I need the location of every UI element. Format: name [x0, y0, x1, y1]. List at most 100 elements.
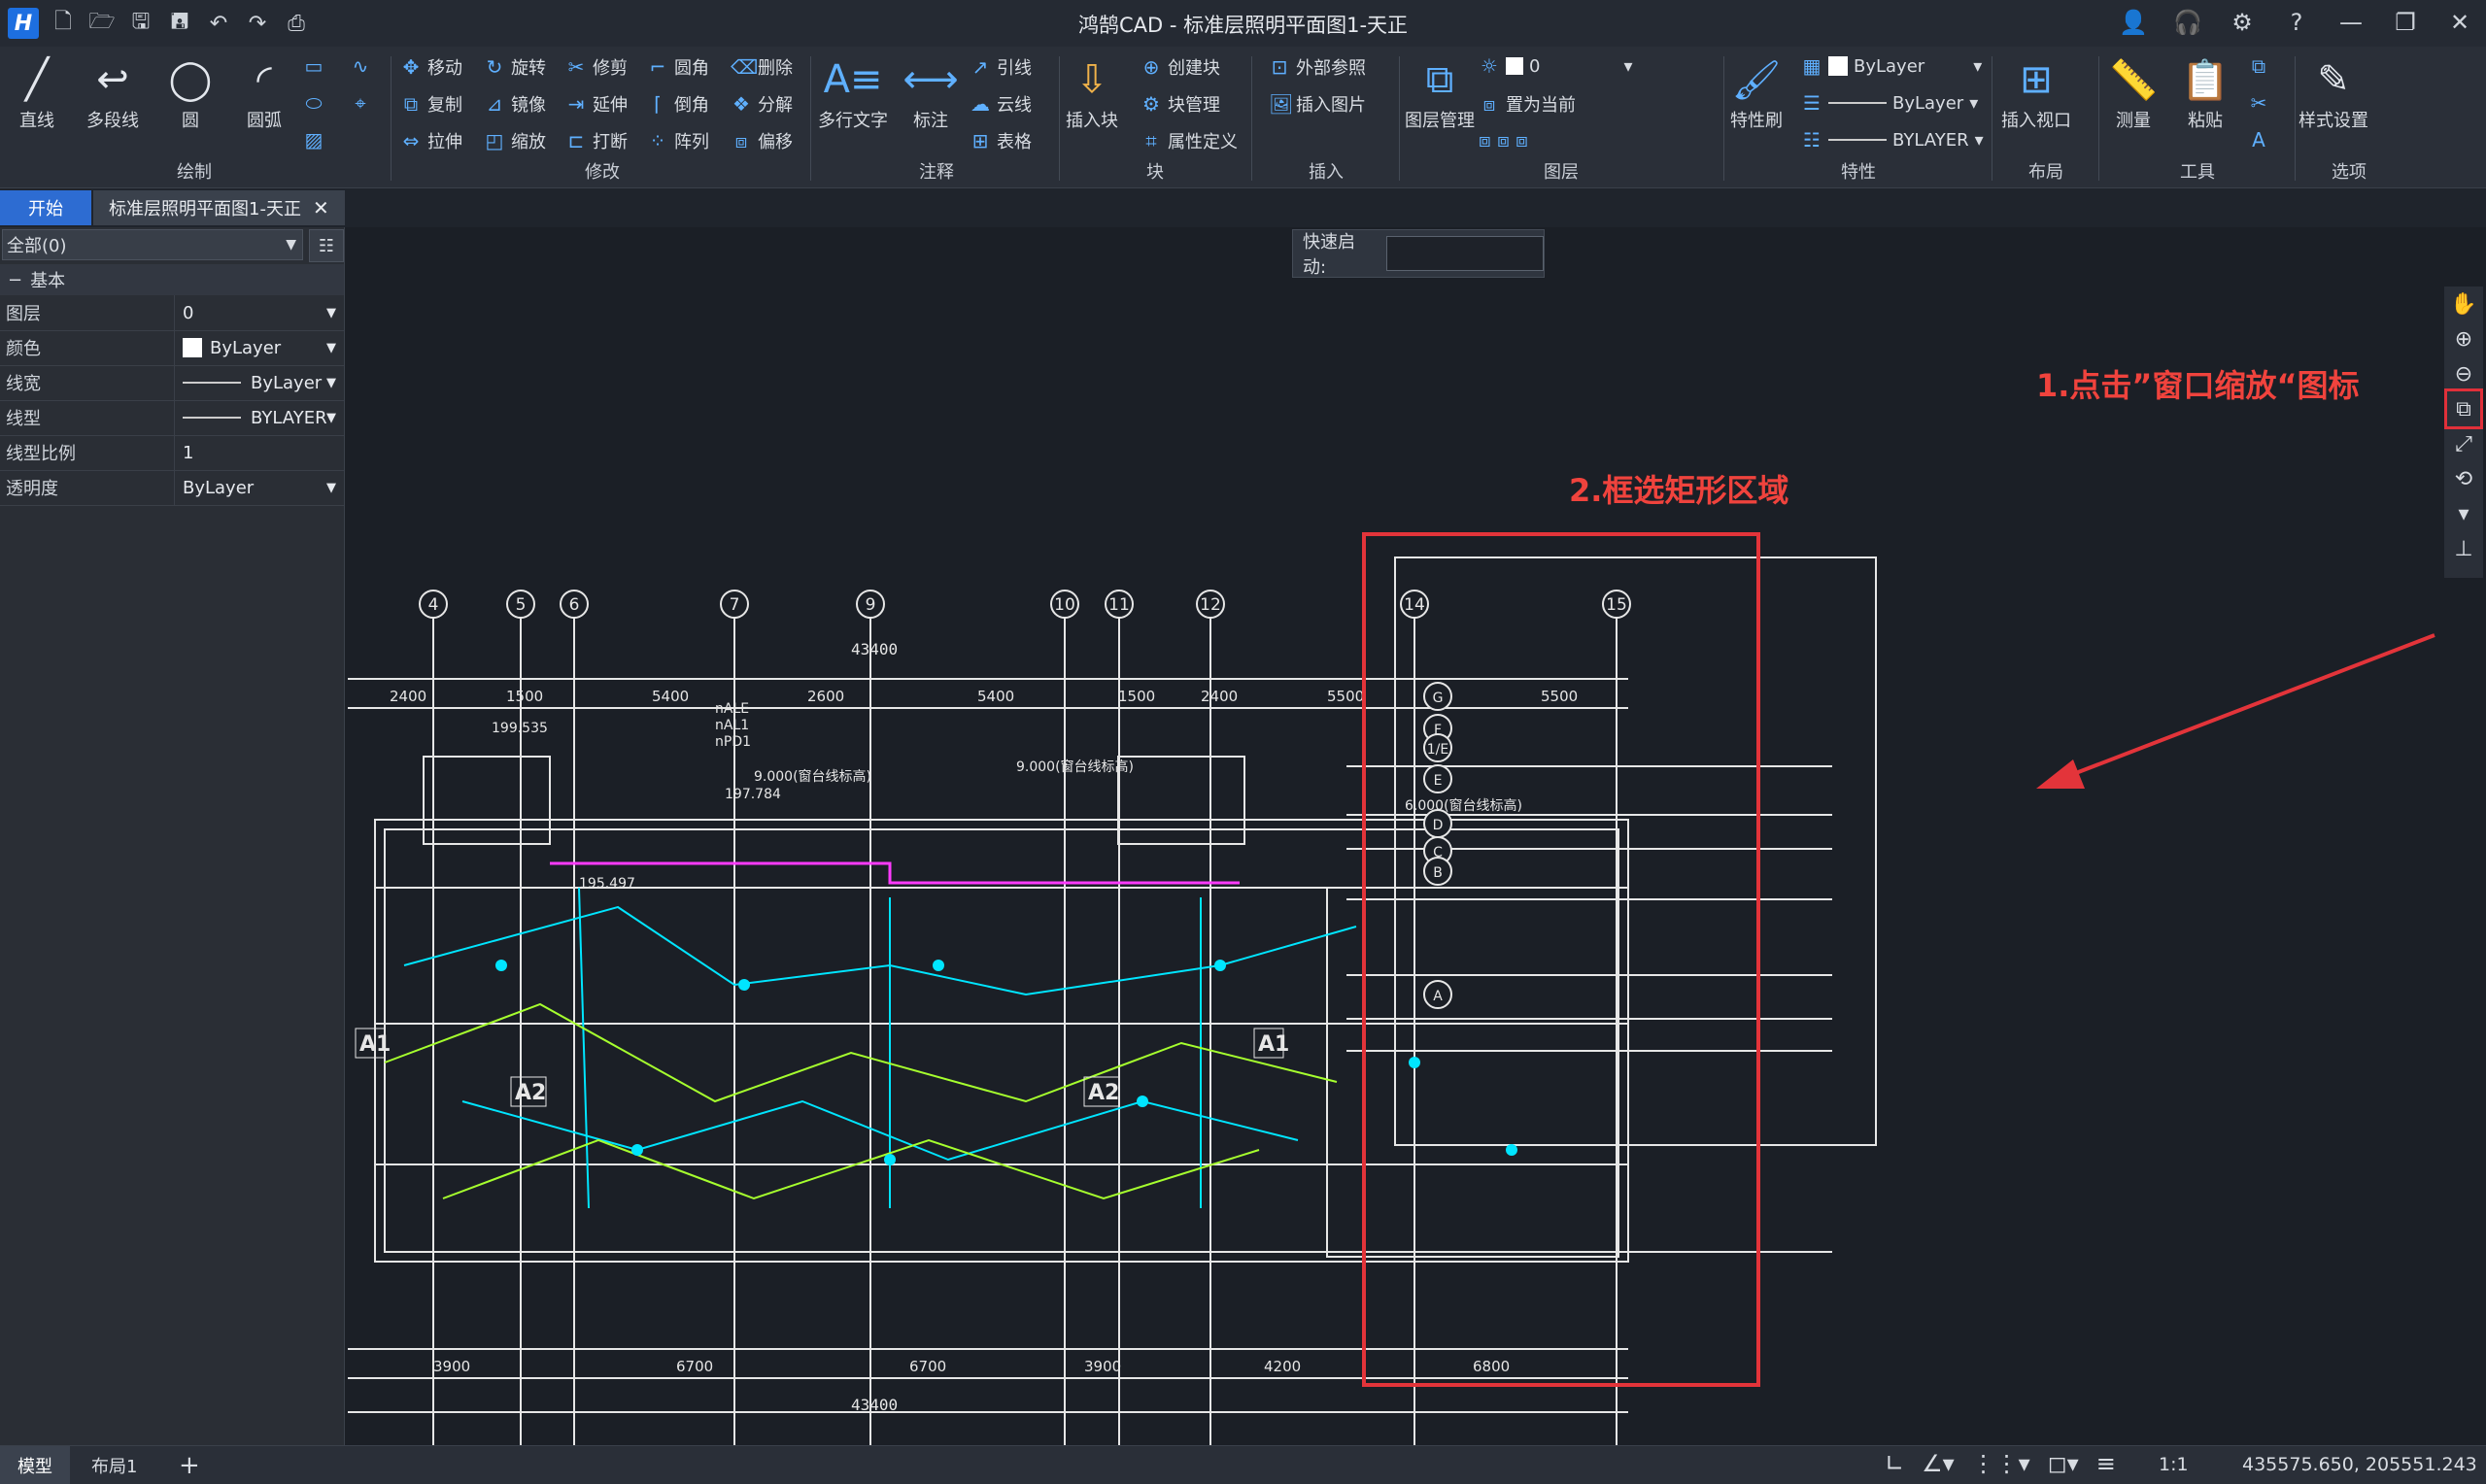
match-properties-button[interactable]: 🖌 特性刷 [1729, 52, 1784, 132]
new-file-icon[interactable]: 🗋 [49, 9, 78, 38]
grid-icon[interactable]: ⋮⋮▾ [1972, 1450, 2030, 1477]
zoom-out-icon[interactable]: ⊖ [2447, 356, 2480, 391]
explode-button[interactable]: ❖ 分解 [731, 91, 793, 117]
offset-button[interactable]: ⧈ 偏移 [731, 128, 793, 153]
print-icon[interactable]: ⎙ [282, 9, 311, 38]
ortho-icon[interactable]: ∟ [1885, 1450, 1904, 1477]
polar-icon[interactable]: ∠▾ [1922, 1450, 1955, 1477]
erase-button[interactable]: ⌫ 删除 [731, 54, 793, 80]
property-value-layer[interactable]: 0 ▼ [175, 295, 344, 330]
insert-image-button[interactable]: 🖼 插入图片 [1269, 91, 1366, 117]
style-settings-button[interactable]: ✎ 样式设置 [2299, 52, 2368, 132]
property-value-transparency[interactable]: ByLayer ▼ [175, 470, 344, 505]
group-label-modify[interactable]: 修改 [394, 158, 810, 184]
restore-icon[interactable]: ❐ [2389, 6, 2422, 39]
redo-icon[interactable]: ↷ [243, 9, 272, 38]
headset-icon[interactable]: 🎧 [2171, 6, 2204, 39]
dimension-text: 4200 [1264, 1358, 1301, 1375]
spline-button[interactable]: ∿ [350, 54, 371, 78]
find-replace-button[interactable]: A [2248, 128, 2269, 152]
paste-button[interactable]: 📋 粘贴 [2178, 52, 2232, 132]
cut-button[interactable]: ✂ [2248, 91, 2269, 115]
close-tab-icon[interactable]: ✕ [313, 196, 329, 219]
tab-model[interactable]: 模型 [0, 1446, 70, 1484]
pan-hand-icon[interactable]: ✋ [2447, 287, 2480, 321]
set-current-layer-button[interactable]: ⧈ 置为当前 [1479, 91, 1576, 117]
lineweight-dropdown[interactable]: ☰ ByLayer ▾ [1801, 91, 1978, 115]
save-as-icon[interactable]: 🖪 [165, 9, 194, 38]
hatch-button[interactable]: ▨ [303, 128, 324, 152]
leader-button[interactable]: ↗ 引线 [970, 54, 1032, 80]
save-icon[interactable]: 🖫 [126, 9, 155, 38]
trim-button[interactable]: ✂ 修剪 [565, 54, 628, 80]
table-button[interactable]: ⊞ 表格 [970, 128, 1032, 153]
color-dropdown[interactable]: ▦ ByLayer ▾ [1801, 54, 1983, 78]
layer-dropdown[interactable]: ☼ 0 ▾ [1479, 54, 1632, 78]
break-button[interactable]: ⊏ 打断 [565, 128, 628, 153]
ellipse-button[interactable]: ⬭ [303, 91, 324, 115]
property-value-color[interactable]: ByLayer ▼ [175, 330, 344, 365]
quick-start-input[interactable] [1386, 236, 1544, 271]
fillet-button[interactable]: ⌐ 圆角 [647, 54, 709, 80]
stretch-button[interactable]: ⇔ 拉伸 [400, 128, 462, 153]
zoom-window-icon[interactable]: ⧉ [2444, 388, 2483, 429]
polyline-button[interactable]: ↩ 多段线 [85, 52, 140, 132]
minimize-icon[interactable]: — [2334, 6, 2367, 39]
layer-tools-button[interactable]: ⧈ ⧈ ⧈ [1479, 128, 1528, 152]
drawing-canvas[interactable]: 4 5 6 7 9 10 11 12 14 15 G F 1/E E D C B A 2400 1500 5400 2… [346, 227, 2444, 1445]
user-icon[interactable]: 👤 [2117, 6, 2150, 39]
mirror-button[interactable]: ⊿ 镜像 [484, 91, 546, 117]
chamfer-button[interactable]: ⌈ 倒角 [647, 91, 709, 117]
tab-start[interactable]: 开始 [0, 190, 91, 225]
quick-select-button[interactable]: ☷ [309, 229, 344, 262]
scale-button[interactable]: ◰ 缩放 [484, 128, 546, 153]
section-basic[interactable]: − 基本 [0, 264, 344, 295]
line-button[interactable]: ╱ 直线 [10, 52, 64, 132]
gear-icon[interactable]: ⚙ [2226, 6, 2259, 39]
tab-layout1[interactable]: 布局1 [74, 1446, 154, 1484]
attribute-definition-button[interactable]: ⌗ 属性定义 [1141, 128, 1238, 153]
chevron-down-icon[interactable]: ▾ [2447, 496, 2480, 531]
property-key: 线型 [0, 400, 175, 435]
circle-button[interactable]: ◯ 圆 [163, 52, 218, 132]
undo-icon[interactable]: ↶ [204, 9, 233, 38]
insert-viewport-button[interactable]: ⊞ 插入视口 [2001, 52, 2071, 132]
group-label-draw[interactable]: 绘制 [0, 158, 389, 184]
mtext-button[interactable]: A≡ 多行文字 [818, 52, 888, 132]
help-icon[interactable]: ? [2280, 6, 2313, 39]
measure-button[interactable]: 📏 测量 [2106, 52, 2161, 132]
extend-button[interactable]: ⇥ 延伸 [565, 91, 628, 117]
copy-clip-button[interactable]: ⧉ [2248, 54, 2269, 78]
osnap-icon[interactable]: ◻▾ [2048, 1450, 2079, 1477]
lineweight-toggle-icon[interactable]: ≡ [2096, 1450, 2116, 1477]
zoom-extents-icon[interactable]: ⤢ [2447, 426, 2480, 461]
annotation-scale[interactable]: 1:1 [2159, 1454, 2189, 1475]
property-value-linetype-scale[interactable]: 1 [175, 435, 344, 470]
rotate-button[interactable]: ↻ 旋转 [484, 54, 546, 80]
linetype-dropdown[interactable]: ☷ BYLAYER ▾ [1801, 128, 1984, 152]
property-value-lineweight[interactable]: ByLayer ▼ [175, 365, 344, 400]
layer-manager-button[interactable]: ⧉ 图层管理 [1405, 52, 1475, 132]
group-label-block[interactable]: 块 [1063, 158, 1247, 184]
rectangle-button[interactable]: ▭ [303, 54, 324, 78]
zoom-in-icon[interactable]: ⊕ [2447, 321, 2480, 356]
xref-button[interactable]: ⊡ 外部参照 [1269, 54, 1366, 80]
cloud-button[interactable]: ☁ 云线 [970, 91, 1032, 117]
array-button[interactable]: ⁘ 阵列 [647, 128, 709, 153]
create-block-button[interactable]: ⊕ 创建块 [1141, 54, 1220, 80]
tab-document[interactable]: 标准层照明平面图1-天正 ✕ [93, 190, 345, 225]
close-icon[interactable]: ✕ [2443, 6, 2476, 39]
copy-button[interactable]: ⧉ 复制 [400, 91, 462, 117]
move-button[interactable]: ✥ 移动 [400, 54, 462, 80]
selection-filter-dropdown[interactable]: 全部(0) ▼ [2, 229, 303, 260]
dimension-button[interactable]: ⟷ 标注 [902, 52, 958, 132]
open-folder-icon[interactable]: 🗁 [87, 9, 117, 38]
arc-button[interactable]: ◜ 圆弧 [237, 52, 291, 132]
axes-icon[interactable]: ⊥ [2447, 531, 2480, 566]
property-value-linetype[interactable]: BYLAYER ▼ [175, 400, 344, 435]
block-manager-button[interactable]: ⚙ 块管理 [1141, 91, 1220, 117]
point-button[interactable]: ⌖ [350, 91, 371, 115]
insert-block-button[interactable]: ⇩ 插入块 [1065, 52, 1119, 132]
add-layout-icon[interactable]: + [161, 1446, 218, 1484]
orbit-icon[interactable]: ⟲ [2447, 461, 2480, 496]
